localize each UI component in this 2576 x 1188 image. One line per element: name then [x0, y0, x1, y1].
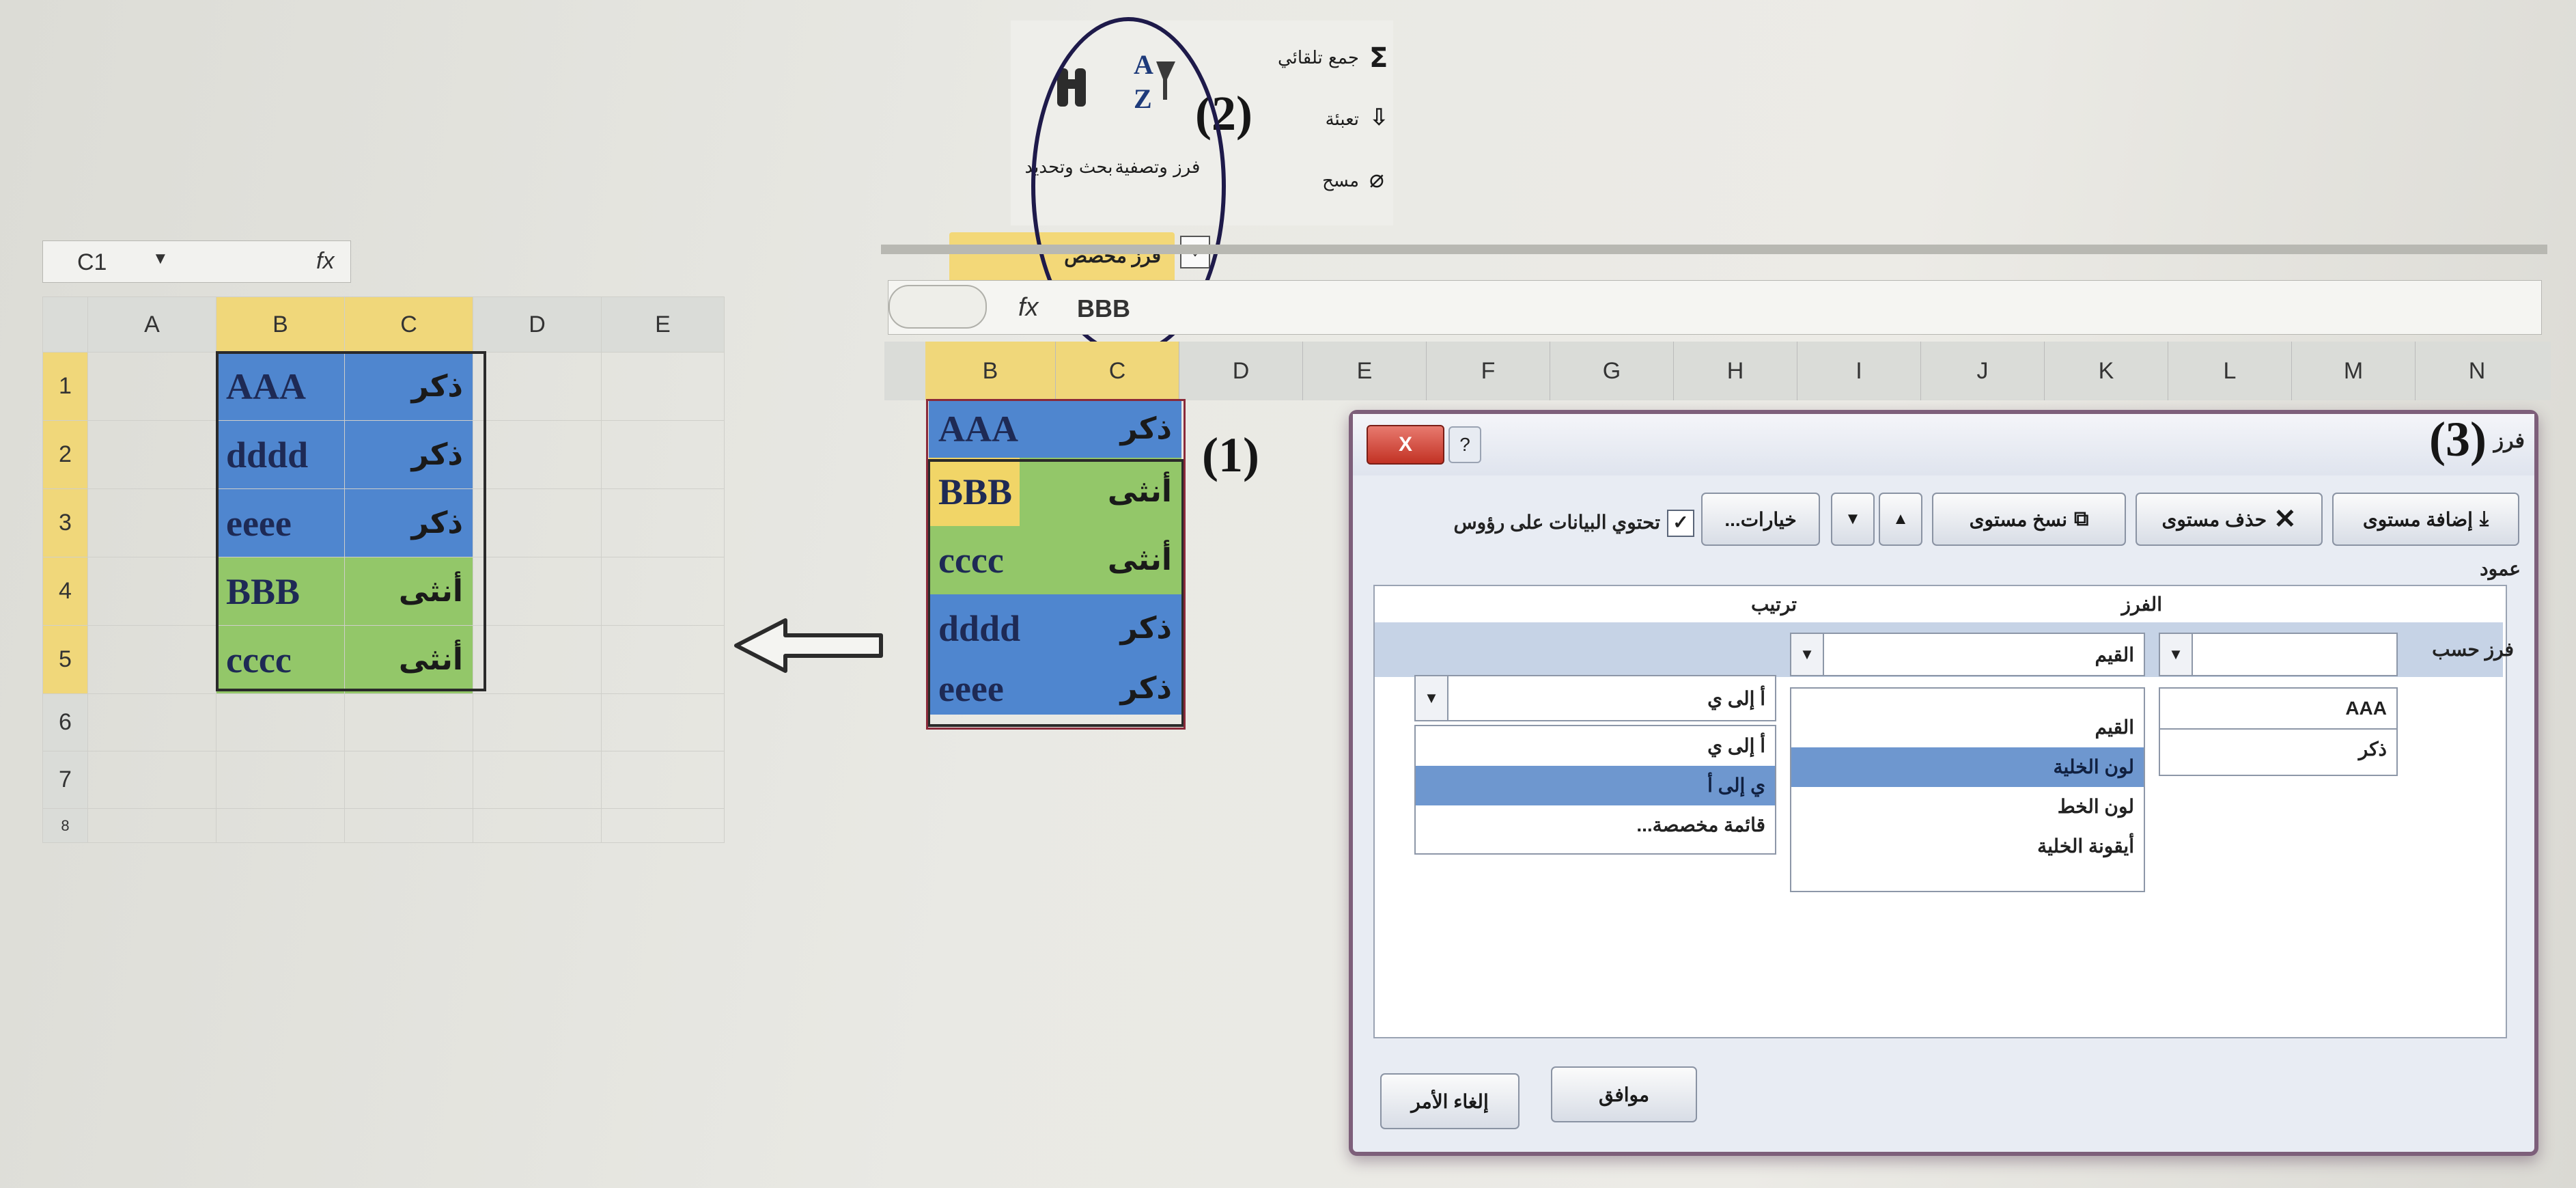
column-header[interactable]: D	[473, 296, 602, 353]
list-item-selected[interactable]: ي إلى أ	[1416, 766, 1775, 805]
column-header[interactable]: B	[925, 342, 1056, 400]
column-header[interactable]: I	[1797, 342, 1921, 400]
row-header[interactable]: 3	[42, 488, 88, 557]
column-header[interactable]: A	[87, 296, 216, 353]
column-header[interactable]: M	[2292, 342, 2416, 400]
order-list: أ إلى ي ي إلى أ قائمة مخصصة...	[1414, 725, 1776, 855]
column-header[interactable]: E	[601, 296, 725, 353]
sigma-icon[interactable]: Σ	[1369, 42, 1388, 74]
eraser-icon[interactable]: ⌀	[1369, 165, 1384, 193]
right-toolbar-line	[881, 245, 2547, 254]
dropdown-arrow-icon[interactable]: ▼	[1416, 676, 1448, 720]
sort-column-combo[interactable]: ▼	[2159, 633, 2398, 676]
close-button[interactable]: X	[1367, 425, 1444, 465]
dialog-title: فرز	[2493, 430, 2525, 452]
left-formula-bar: C1 ▼ fx	[42, 240, 351, 283]
options-button[interactable]: خيارات...	[1701, 493, 1820, 546]
column-header-label: عمود	[2480, 558, 2521, 579]
column-header[interactable]: F	[1427, 342, 1550, 400]
name-box[interactable]: C1	[77, 249, 107, 276]
row-header[interactable]: 5	[42, 625, 88, 694]
list-item-selected[interactable]: لون الخلية	[1791, 747, 2144, 787]
row-header[interactable]: 2	[42, 420, 88, 489]
sort-column-list: AAA ذكر	[2159, 687, 2398, 776]
copy-icon: ⧉	[2074, 508, 2089, 530]
column-header[interactable]: G	[1550, 342, 1674, 400]
sort-on-list: القيم لون الخلية لون الخط أيقونة الخلية	[1790, 687, 2145, 892]
cancel-button[interactable]: إلغاء الأمر	[1380, 1073, 1520, 1129]
column-header[interactable]: B	[216, 296, 345, 353]
list-item[interactable]: لون الخط	[1791, 787, 2144, 827]
dialog-title-bar: X ? (3) فرز	[1353, 412, 2534, 475]
left-selection-outline	[216, 351, 486, 691]
list-item[interactable]: قائمة مخصصة...	[1416, 805, 1775, 845]
marker-1: (1)	[1202, 428, 1259, 482]
copy-level-button[interactable]: ⧉ نسخ مستوى	[1932, 493, 2126, 546]
fx-icon[interactable]: fx	[316, 248, 334, 275]
column-header[interactable]: N	[2416, 342, 2538, 400]
has-headers-label[interactable]: تحتوي البيانات على رؤوس	[1453, 511, 1660, 534]
arrow-left-icon	[734, 618, 883, 673]
has-headers-checkbox[interactable]: ✓	[1667, 510, 1694, 537]
marker-3: (3)	[2429, 412, 2487, 467]
fill-icon[interactable]: ⇩	[1369, 104, 1389, 131]
add-level-button[interactable]: ⤓ إضافة مستوى	[2332, 493, 2519, 546]
sort-on-combo[interactable]: ▼ القيم	[1790, 633, 2145, 676]
delete-icon: ✕	[2273, 504, 2297, 534]
add-level-icon: ⤓	[2479, 508, 2489, 530]
move-down-button[interactable]: ▼	[1831, 493, 1875, 546]
delete-level-button[interactable]: ✕ حذف مستوى	[2136, 493, 2323, 546]
dropdown-arrow-icon[interactable]: ▼	[2160, 634, 2193, 675]
right-data-border	[926, 399, 1186, 730]
sort-dialog: X ? (3) فرز ⤓ إضافة مستوى ✕ حذف مستوى ⧉ …	[1349, 410, 2538, 1156]
fx-icon[interactable]: fx	[1018, 293, 1039, 322]
sort-by-label: فرز حسب	[2432, 639, 2514, 660]
list-item[interactable]: أيقونة الخلية	[1791, 827, 2144, 866]
column-header[interactable]: D	[1179, 342, 1303, 400]
list-item[interactable]: أ إلى ي	[1416, 726, 1775, 766]
move-up-button[interactable]: ▲	[1879, 493, 1922, 546]
list-item[interactable]: AAA	[2160, 689, 2396, 730]
row-header[interactable]: 8	[42, 808, 88, 843]
column-header[interactable]: K	[2045, 342, 2168, 400]
formula-value[interactable]: BBB	[1077, 294, 1130, 323]
order-header-label: ترتيب	[1751, 594, 1797, 615]
sort-on-header-label: الفرز	[2121, 594, 2162, 615]
autosum-label[interactable]: جمع تلقائي	[1229, 48, 1359, 68]
right-formula-bar: fx BBB	[888, 280, 2542, 335]
dropdown-arrow-icon[interactable]: ▼	[152, 249, 169, 268]
help-icon[interactable]: ?	[1448, 426, 1481, 463]
select-all-corner[interactable]	[42, 296, 88, 353]
column-header[interactable]: C	[344, 296, 473, 353]
row-header[interactable]: 4	[42, 557, 88, 626]
column-header[interactable]: J	[1921, 342, 2045, 400]
row-header[interactable]: 6	[42, 693, 88, 751]
right-column-header-row: B C D E F G H I J K L M N	[925, 342, 2538, 400]
order-combo[interactable]: ▼ أ إلى ي	[1414, 675, 1776, 721]
column-header[interactable]: C	[1056, 342, 1179, 400]
column-header[interactable]: L	[2168, 342, 2292, 400]
row-header[interactable]: 7	[42, 751, 88, 809]
list-item[interactable]: القيم	[1791, 708, 2144, 747]
ok-button[interactable]: موافق	[1551, 1066, 1697, 1122]
column-header[interactable]: E	[1303, 342, 1427, 400]
dropdown-arrow-icon[interactable]: ▼	[1791, 634, 1824, 675]
column-header[interactable]: H	[1674, 342, 1797, 400]
fill-label[interactable]: تعبئة	[1243, 109, 1359, 130]
name-box[interactable]	[888, 285, 987, 329]
row-header[interactable]: 1	[42, 352, 88, 421]
list-item[interactable]: ذكر	[2160, 730, 2396, 769]
clear-label[interactable]: مسح	[1243, 171, 1359, 191]
close-icon: X	[1398, 433, 1412, 456]
